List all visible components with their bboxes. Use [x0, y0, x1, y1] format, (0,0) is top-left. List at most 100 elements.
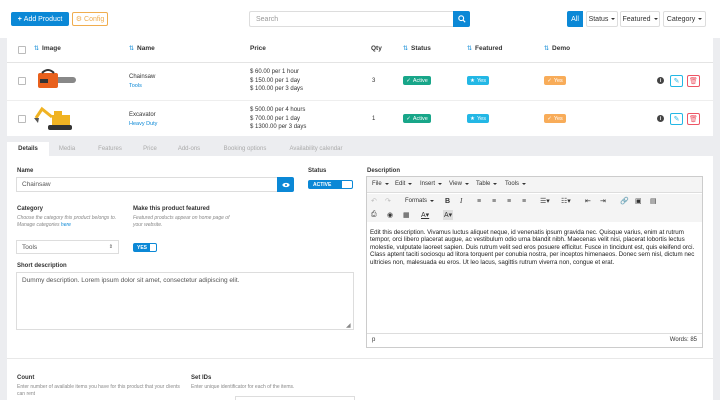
- pencil-icon: ✎: [673, 116, 680, 123]
- quantity-value: 3: [372, 78, 376, 84]
- image-icon[interactable]: ▣: [635, 196, 642, 206]
- element-path[interactable]: p: [372, 337, 375, 343]
- bold-icon[interactable]: B: [445, 196, 450, 206]
- column-header-name[interactable]: ⇅ Name: [129, 45, 155, 52]
- edit-button[interactable]: ✎: [670, 75, 683, 87]
- bullet-list-icon[interactable]: ☰▾: [540, 196, 550, 206]
- tab-addons[interactable]: Add-ons: [172, 142, 206, 156]
- description-editor: File Edit Insert View Table Tools ↶ ↷ Fo…: [366, 176, 703, 348]
- status-badge[interactable]: ✓ Active: [403, 114, 431, 123]
- set-id-input[interactable]: [235, 396, 355, 400]
- row-checkbox[interactable]: [18, 115, 26, 123]
- trash-icon: 🗑: [689, 116, 698, 123]
- name-input[interactable]: Chainsaw: [16, 177, 278, 192]
- indent-icon[interactable]: ⇥: [600, 196, 606, 206]
- category-help-text: Choose the category this product belongs…: [17, 215, 117, 228]
- redo-icon[interactable]: ↷: [385, 196, 391, 206]
- status-badge[interactable]: ✓ Active: [403, 76, 431, 85]
- search-button[interactable]: [453, 11, 470, 27]
- chevron-down-icon: [653, 18, 658, 20]
- demo-badge[interactable]: ✓ Yes: [544, 76, 566, 85]
- italic-icon[interactable]: I: [460, 196, 462, 206]
- filter-all-button[interactable]: All: [567, 11, 583, 27]
- info-icon[interactable]: i: [657, 115, 664, 122]
- embed-media-icon[interactable]: ▦: [403, 210, 410, 220]
- delete-button[interactable]: 🗑: [687, 75, 700, 87]
- status-toggle[interactable]: ACTIVE: [308, 180, 353, 189]
- menu-view[interactable]: View: [449, 181, 469, 187]
- check-icon: ✓: [547, 77, 552, 84]
- tab-availability-calendar[interactable]: Availability calendar: [283, 142, 349, 156]
- word-count: Words: 85: [669, 337, 697, 343]
- add-product-button[interactable]: + Add Product: [11, 12, 69, 26]
- chevron-down-icon: [430, 200, 435, 202]
- preview-button[interactable]: [277, 177, 294, 192]
- align-left-icon[interactable]: ≡: [477, 196, 481, 206]
- menu-insert[interactable]: Insert: [420, 181, 443, 187]
- tab-details[interactable]: Details: [7, 142, 49, 156]
- info-icon[interactable]: i: [657, 77, 664, 84]
- column-header-status[interactable]: ⇅ Status: [403, 45, 431, 52]
- row-checkbox[interactable]: [18, 77, 26, 85]
- tab-price[interactable]: Price: [137, 142, 163, 156]
- featured-badge[interactable]: ★ Yes: [467, 76, 489, 85]
- select-all-checkbox[interactable]: [18, 46, 26, 54]
- check-icon: ✓: [547, 115, 552, 122]
- print-icon[interactable]: ⎙: [371, 210, 377, 220]
- menu-table[interactable]: Table: [476, 181, 498, 187]
- featured-toggle[interactable]: YES: [133, 243, 157, 252]
- featured-badge[interactable]: ★ Yes: [467, 114, 489, 123]
- column-header-demo[interactable]: ⇅ Demo: [544, 45, 570, 52]
- demo-badge[interactable]: ✓ Yes: [544, 114, 566, 123]
- chainsaw-thumbnail[interactable]: [34, 66, 78, 94]
- edit-button[interactable]: ✎: [670, 113, 683, 125]
- undo-icon[interactable]: ↶: [371, 196, 377, 206]
- config-button[interactable]: ⚙ Config: [72, 12, 108, 26]
- product-name[interactable]: Chainsaw: [129, 73, 155, 82]
- menu-file[interactable]: File: [372, 181, 389, 187]
- name-label: Name: [17, 168, 34, 174]
- text-color-icon[interactable]: A▾: [421, 210, 429, 220]
- resize-handle-icon[interactable]: ◢: [346, 322, 351, 329]
- count-help-text: Enter number of available items you have…: [17, 384, 180, 397]
- description-label: Description: [367, 168, 401, 174]
- editor-menubar: File Edit Insert View Table Tools: [367, 177, 702, 193]
- divider: [7, 62, 713, 63]
- preview-icon[interactable]: ◉: [387, 210, 393, 220]
- column-header-featured[interactable]: ⇅ Featured: [467, 45, 502, 52]
- category-label: Category: [17, 206, 44, 212]
- product-name[interactable]: Excavator: [129, 111, 156, 120]
- editor-content[interactable]: Edit this description. Vivamus luctus al…: [370, 229, 700, 266]
- excavator-thumbnail[interactable]: [34, 104, 78, 132]
- media-icon[interactable]: ▤: [650, 196, 657, 206]
- align-center-icon[interactable]: ≡: [492, 196, 496, 206]
- link-icon[interactable]: 🔗: [620, 196, 629, 206]
- search-input[interactable]: Search: [249, 11, 454, 27]
- chevron-down-icon: [408, 183, 413, 185]
- price-line: $ 60.00 per 1 hour: [250, 69, 300, 75]
- delete-button[interactable]: 🗑: [687, 113, 700, 125]
- menu-tools[interactable]: Tools: [505, 181, 527, 187]
- short-description-textarea[interactable]: Dummy description. Lorem ipsum dolor sit…: [16, 272, 354, 330]
- outdent-icon[interactable]: ⇤: [585, 196, 591, 206]
- numbered-list-icon[interactable]: ☷▾: [561, 196, 571, 206]
- menu-edit[interactable]: Edit: [395, 181, 413, 187]
- category-select[interactable]: Tools ⇕: [16, 240, 119, 254]
- align-justify-icon[interactable]: ≡: [522, 196, 526, 206]
- check-icon: ✓: [406, 115, 411, 122]
- product-category-link[interactable]: Heavy Duty: [129, 120, 157, 129]
- formats-dropdown[interactable]: Formats: [405, 196, 435, 206]
- tab-media[interactable]: Media: [52, 142, 82, 156]
- filter-status-dropdown[interactable]: Status: [586, 11, 618, 27]
- filter-category-dropdown[interactable]: Category: [663, 11, 706, 27]
- product-category-link[interactable]: Tools: [129, 82, 142, 91]
- select-arrows-icon: ⇕: [108, 244, 113, 250]
- align-right-icon[interactable]: ≡: [507, 196, 511, 206]
- manage-categories-link[interactable]: here: [61, 222, 71, 228]
- tab-features[interactable]: Features: [90, 142, 130, 156]
- background-color-icon[interactable]: A▾: [443, 210, 454, 220]
- column-header-image[interactable]: ⇅ Image: [34, 45, 61, 52]
- filter-featured-dropdown[interactable]: Featured: [620, 11, 660, 27]
- price-line: $ 700.00 per 1 day: [250, 115, 301, 122]
- tab-booking-options[interactable]: Booking options: [216, 142, 274, 156]
